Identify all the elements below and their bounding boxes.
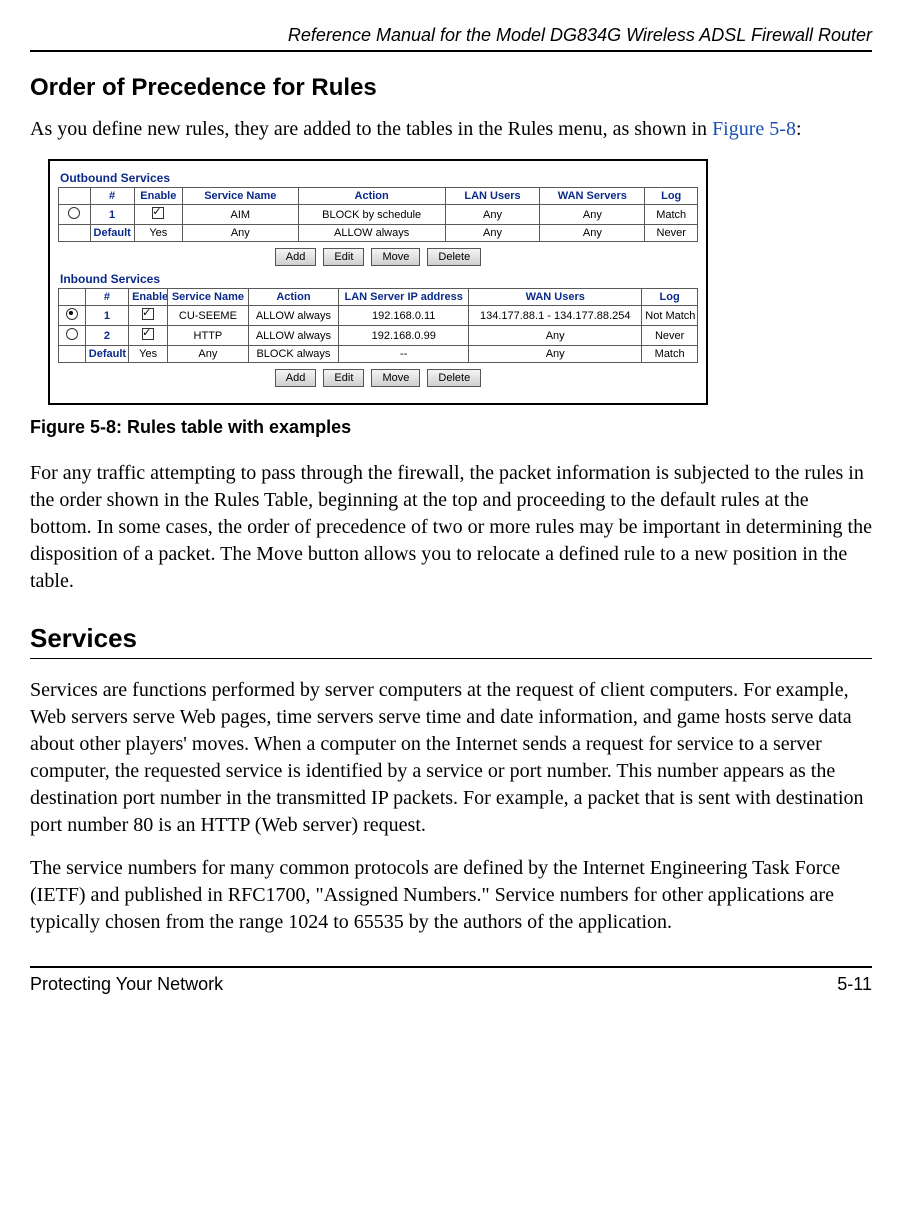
delete-button[interactable]: Delete bbox=[427, 369, 481, 387]
cell-action: BLOCK always bbox=[248, 346, 339, 363]
col-service: Service Name bbox=[183, 188, 299, 205]
checkbox-icon[interactable] bbox=[152, 207, 164, 219]
row-num-link[interactable]: 1 bbox=[109, 209, 115, 221]
heading-order-precedence: Order of Precedence for Rules bbox=[30, 74, 872, 102]
radio-icon[interactable] bbox=[68, 207, 80, 219]
cell-wan: Any bbox=[540, 205, 645, 225]
row-num-link[interactable]: 1 bbox=[104, 310, 110, 322]
cell-log: Never bbox=[642, 326, 698, 346]
intro-text-post: : bbox=[796, 118, 802, 140]
cell-lanip: 192.168.0.11 bbox=[339, 306, 469, 326]
cell-action: BLOCK by schedule bbox=[298, 205, 445, 225]
cell-log: Not Match bbox=[642, 306, 698, 326]
col-action: Action bbox=[298, 188, 445, 205]
col-radio bbox=[59, 188, 91, 205]
page-header: Reference Manual for the Model DG834G Wi… bbox=[30, 25, 872, 52]
inbound-title: Inbound Services bbox=[60, 272, 698, 286]
cell-action: ALLOW always bbox=[248, 326, 339, 346]
footer-left: Protecting Your Network bbox=[30, 974, 223, 995]
col-num: # bbox=[85, 289, 128, 306]
cell-service: CU-SEEME bbox=[168, 306, 248, 326]
cell-log: Match bbox=[642, 346, 698, 363]
footer-right: 5-11 bbox=[837, 974, 872, 995]
cell-enable: Yes bbox=[134, 225, 182, 242]
table-row: 1 AIM BLOCK by schedule Any Any Match bbox=[59, 205, 698, 225]
cell-service: Any bbox=[183, 225, 299, 242]
inbound-header-row: # Enable Service Name Action LAN Server … bbox=[59, 289, 698, 306]
move-button[interactable]: Move bbox=[371, 248, 420, 266]
delete-button[interactable]: Delete bbox=[427, 248, 481, 266]
col-radio bbox=[59, 289, 86, 306]
add-button[interactable]: Add bbox=[275, 369, 317, 387]
add-button[interactable]: Add bbox=[275, 248, 317, 266]
outbound-buttons: Add Edit Move Delete bbox=[58, 248, 698, 266]
paragraph-services-1: Services are functions performed by serv… bbox=[30, 677, 872, 839]
outbound-title: Outbound Services bbox=[60, 171, 698, 185]
cell-service: HTTP bbox=[168, 326, 248, 346]
radio-icon[interactable] bbox=[66, 308, 78, 320]
checkbox-icon[interactable] bbox=[142, 308, 154, 320]
table-row: Default Yes Any ALLOW always Any Any Nev… bbox=[59, 225, 698, 242]
col-enable: Enable bbox=[134, 188, 182, 205]
intro-paragraph: As you define new rules, they are added … bbox=[30, 116, 872, 143]
cell-action: ALLOW always bbox=[298, 225, 445, 242]
cell-lanip: 192.168.0.99 bbox=[339, 326, 469, 346]
col-enable: Enable bbox=[129, 289, 168, 306]
row-default-link[interactable]: Default bbox=[94, 227, 131, 239]
heading-services: Services bbox=[30, 623, 872, 659]
table-row: 2 HTTP ALLOW always 192.168.0.99 Any Nev… bbox=[59, 326, 698, 346]
row-num-link[interactable]: 2 bbox=[104, 330, 110, 342]
cell-service: Any bbox=[168, 346, 248, 363]
edit-button[interactable]: Edit bbox=[323, 248, 364, 266]
col-lan: LAN Users bbox=[445, 188, 540, 205]
col-num: # bbox=[90, 188, 134, 205]
col-lanip: LAN Server IP address bbox=[339, 289, 469, 306]
cell-wanusers: 134.177.88.1 - 134.177.88.254 bbox=[469, 306, 642, 326]
cell-log: Never bbox=[645, 225, 698, 242]
cell-service: AIM bbox=[183, 205, 299, 225]
intro-text-pre: As you define new rules, they are added … bbox=[30, 118, 712, 140]
cell-lan: Any bbox=[445, 205, 540, 225]
paragraph-services-2: The service numbers for many common prot… bbox=[30, 855, 872, 936]
row-default-link[interactable]: Default bbox=[89, 348, 126, 360]
cell-wanusers: Any bbox=[469, 326, 642, 346]
col-log: Log bbox=[642, 289, 698, 306]
cell-lanip: -- bbox=[339, 346, 469, 363]
move-button[interactable]: Move bbox=[371, 369, 420, 387]
outbound-header-row: # Enable Service Name Action LAN Users W… bbox=[59, 188, 698, 205]
checkbox-icon[interactable] bbox=[142, 328, 154, 340]
col-action: Action bbox=[248, 289, 339, 306]
cell-log: Match bbox=[645, 205, 698, 225]
cell-lan: Any bbox=[445, 225, 540, 242]
paragraph-precedence: For any traffic attempting to pass throu… bbox=[30, 460, 872, 595]
col-log: Log bbox=[645, 188, 698, 205]
edit-button[interactable]: Edit bbox=[323, 369, 364, 387]
table-row: Default Yes Any BLOCK always -- Any Matc… bbox=[59, 346, 698, 363]
cell-wanusers: Any bbox=[469, 346, 642, 363]
cell-enable: Yes bbox=[129, 346, 168, 363]
outbound-table: # Enable Service Name Action LAN Users W… bbox=[58, 187, 698, 242]
inbound-buttons: Add Edit Move Delete bbox=[58, 369, 698, 387]
col-wanusers: WAN Users bbox=[469, 289, 642, 306]
inbound-table: # Enable Service Name Action LAN Server … bbox=[58, 288, 698, 363]
col-service: Service Name bbox=[168, 289, 248, 306]
table-row: 1 CU-SEEME ALLOW always 192.168.0.11 134… bbox=[59, 306, 698, 326]
cell-action: ALLOW always bbox=[248, 306, 339, 326]
page-footer: Protecting Your Network 5-11 bbox=[30, 966, 872, 995]
rules-screenshot: Outbound Services # Enable Service Name … bbox=[48, 159, 708, 405]
figure-link[interactable]: Figure 5-8 bbox=[712, 118, 796, 140]
col-wan: WAN Servers bbox=[540, 188, 645, 205]
radio-icon[interactable] bbox=[66, 328, 78, 340]
cell-wan: Any bbox=[540, 225, 645, 242]
figure-caption: Figure 5-8: Rules table with examples bbox=[30, 417, 872, 438]
